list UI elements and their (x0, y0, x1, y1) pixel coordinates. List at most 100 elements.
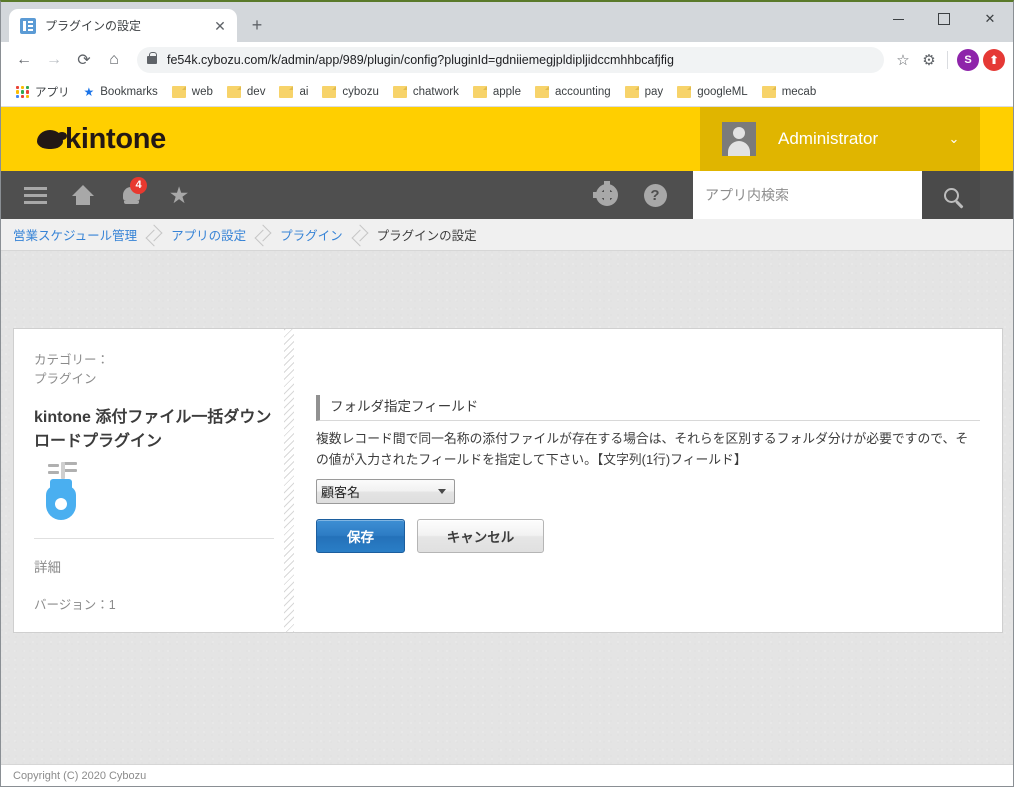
breadcrumb: 営業スケジュール管理 アプリの設定 プラグイン プラグインの設定 (1, 219, 1013, 251)
help-icon: ? (643, 183, 667, 207)
user-menu[interactable]: Administrator ⌄ (700, 107, 980, 171)
user-name: Administrator (778, 129, 879, 148)
settings-button[interactable] (583, 171, 631, 219)
tab-title: プラグインの設定 (45, 19, 142, 33)
breadcrumb-item-plugin-settings: プラグインの設定 (376, 229, 477, 243)
window-controls: ✕ (875, 2, 1013, 36)
breadcrumb-item-app-settings[interactable]: アプリの設定 (171, 225, 246, 244)
bookmark-mecab[interactable]: mecab (755, 81, 824, 103)
bookmark-chatwork[interactable]: chatwork (386, 81, 466, 103)
zipper-icon (44, 461, 86, 520)
bookmark-label: web (191, 86, 213, 98)
kintone-header: kintone Administrator ⌄ (1, 107, 1013, 171)
maximize-window-button[interactable] (921, 2, 967, 36)
bookmark-cybozu[interactable]: cybozu (315, 81, 385, 103)
breadcrumb-item-app[interactable]: 営業スケジュール管理 (13, 225, 137, 244)
bookmark-ai[interactable]: ai (272, 81, 315, 103)
search-icon (943, 187, 959, 203)
kintone-cloud-icon (37, 129, 67, 149)
close-tab-icon[interactable]: ✕ (211, 17, 229, 35)
bookmark-star-icon[interactable]: ☆ (890, 47, 916, 73)
breadcrumb-separator-icon (137, 219, 171, 251)
bookmark-label: googleML (697, 86, 748, 98)
s-extension-icon[interactable]: S (957, 49, 979, 71)
chevron-down-icon[interactable]: ⌄ (944, 131, 964, 147)
search-button[interactable] (922, 171, 980, 219)
star-icon: ★ (168, 181, 190, 208)
home-icon[interactable]: ⌂ (99, 45, 129, 75)
plugin-icon-wrapper (34, 461, 274, 520)
bookmark-label: dev (246, 86, 266, 98)
new-tab-button[interactable]: + (243, 11, 271, 39)
panel-divider (34, 537, 274, 539)
navbar-right-group: ? (583, 171, 1013, 219)
home-icon (72, 185, 94, 205)
tab-strip: プラグインの設定 ✕ + ✕ (1, 2, 1013, 42)
bookmark-bookmarks[interactable]: ★ Bookmarks (77, 81, 165, 103)
arrow-extension-icon[interactable]: ⬆ (983, 49, 1005, 71)
gear-extension-icon[interactable]: ⚙ (916, 47, 942, 73)
home-button[interactable] (59, 171, 107, 219)
folder-icon (279, 86, 294, 98)
plugin-config-card: カテゴリー： プラグイン kintone 添付ファイル一括ダウンロードプラグイン (13, 328, 1003, 633)
bookmark-label: ai (299, 86, 309, 98)
folder-icon (472, 86, 487, 98)
plugin-category: カテゴリー： プラグイン (34, 351, 274, 390)
address-bar[interactable]: fe54k.cybozu.com/k/admin/app/989/plugin/… (137, 47, 884, 73)
bookmark-dev[interactable]: dev (220, 81, 273, 103)
bookmark-label: アプリ (35, 87, 70, 99)
folder-icon (322, 86, 337, 98)
breadcrumb-separator-icon (246, 219, 280, 251)
star-icon: ★ (83, 85, 95, 99)
plugin-settings-form: フォルダ指定フィールド 複数レコード間で同一名称の添付ファイルが存在する場合は、… (294, 329, 1002, 632)
bookmark-apple[interactable]: apple (466, 81, 528, 103)
browser-window: プラグインの設定 ✕ + ✕ ← → ⟳ ⌂ fe54k.cybozu.com/… (0, 0, 1014, 787)
bookmark-web[interactable]: web (165, 81, 220, 103)
back-icon[interactable]: ← (9, 45, 39, 75)
kintone-logo[interactable]: kintone (37, 123, 166, 156)
favorites-button[interactable]: ★ (155, 171, 203, 219)
folder-icon (535, 86, 550, 98)
menu-button[interactable] (11, 171, 59, 219)
bookmark-accounting[interactable]: accounting (528, 81, 618, 103)
plugin-name: kintone 添付ファイル一括ダウンロードプラグイン (34, 408, 272, 450)
folder-field-select-wrapper: 顧客名 (316, 479, 455, 505)
gear-icon (593, 181, 618, 206)
bookmark-googleml[interactable]: googleML (670, 81, 755, 103)
bookmark-label: cybozu (342, 86, 379, 98)
folder-icon (226, 86, 241, 98)
field-description: 複数レコード間で同一名称の添付ファイルが存在する場合は、それらを区別するフォルダ… (316, 431, 969, 467)
browser-tab[interactable]: プラグインの設定 ✕ (9, 9, 237, 42)
reload-icon[interactable]: ⟳ (69, 45, 99, 75)
minimize-window-button[interactable] (875, 2, 921, 36)
bookmark-apps[interactable]: アプリ (9, 81, 77, 103)
apps-grid-icon (16, 85, 29, 99)
folder-icon (624, 86, 639, 98)
cancel-button[interactable]: キャンセル (417, 519, 544, 554)
bookmark-label: mecab (781, 86, 817, 98)
bookmark-pay[interactable]: pay (618, 81, 671, 103)
search-input[interactable] (693, 171, 922, 219)
notifications-button[interactable]: 4 (107, 171, 155, 219)
kintone-logo-text: kintone (65, 122, 167, 155)
plugin-version: バージョン：1 (34, 597, 116, 612)
folder-icon (392, 86, 407, 98)
zipper-hole (55, 497, 67, 510)
folder-icon (677, 86, 692, 98)
bookmark-label: pay (644, 86, 664, 98)
forward-icon[interactable]: → (39, 45, 69, 75)
save-button[interactable]: 保存 (316, 519, 405, 554)
folder-icon (171, 86, 186, 98)
lock-icon (147, 52, 157, 64)
browser-toolbar: ← → ⟳ ⌂ fe54k.cybozu.com/k/admin/app/989… (1, 42, 1013, 78)
plugin-info-panel: カテゴリー： プラグイン kintone 添付ファイル一括ダウンロードプラグイン (14, 329, 294, 632)
kintone-navbar: 4 ★ ? (1, 171, 1013, 219)
folder-field-select[interactable]: 顧客名 (316, 479, 455, 505)
close-window-button[interactable]: ✕ (967, 2, 1013, 36)
plugin-category-value: プラグイン (34, 372, 97, 387)
folder-field-select-value: 顧客名 (321, 485, 361, 501)
toolbar-divider (947, 51, 948, 69)
avatar (722, 122, 756, 156)
breadcrumb-item-plugins[interactable]: プラグイン (280, 225, 343, 244)
help-button[interactable]: ? (631, 171, 679, 219)
